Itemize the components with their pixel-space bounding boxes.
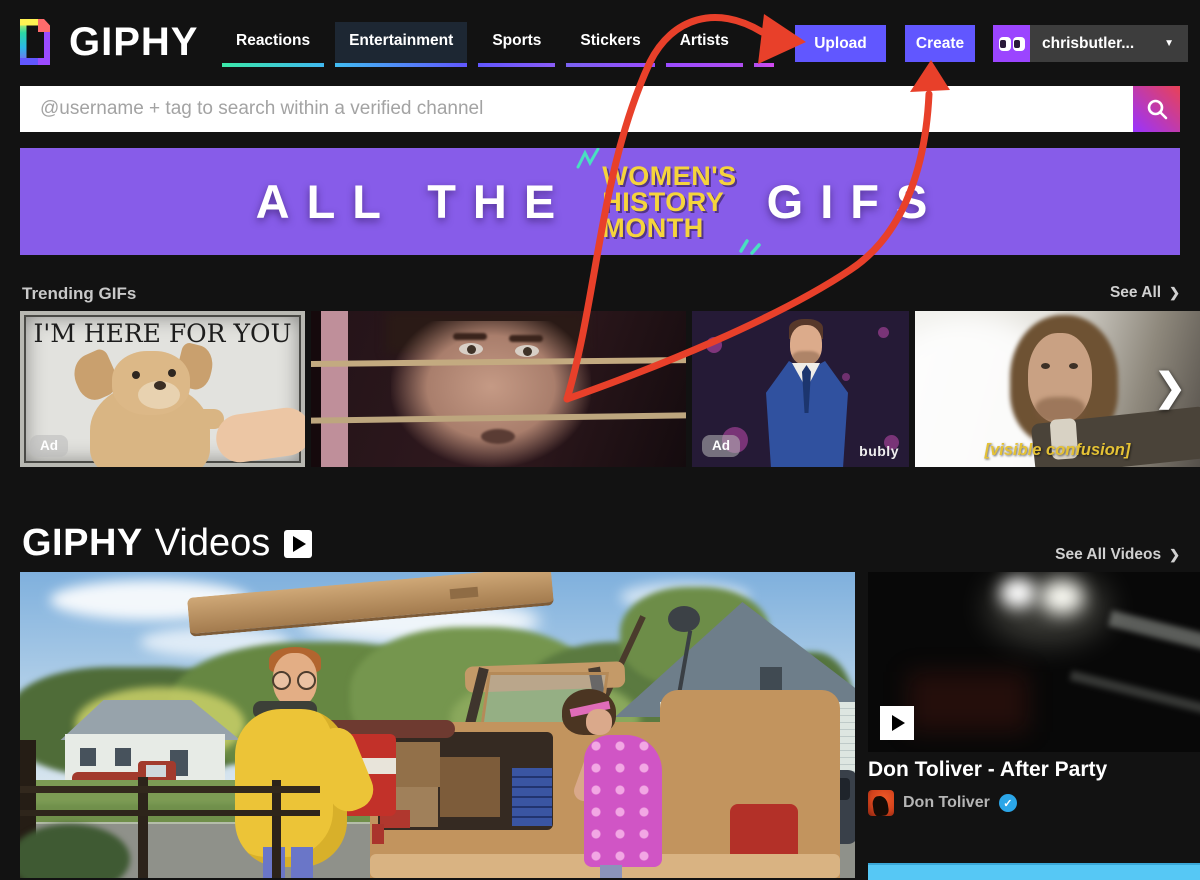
banner-text-right: GIFS bbox=[767, 174, 945, 229]
giphy-logo-icon bbox=[20, 19, 60, 65]
nav-underline bbox=[666, 63, 743, 67]
next-video-thumbnail[interactable] bbox=[868, 863, 1200, 880]
user-menu[interactable]: chrisbutler... ▼ bbox=[993, 25, 1188, 62]
channel-avatar bbox=[868, 790, 894, 816]
play-icon bbox=[284, 530, 312, 558]
nav-item-entertainment[interactable]: Entertainment bbox=[335, 22, 467, 67]
nav-more-menu[interactable] bbox=[754, 22, 774, 67]
squiggle-decoration bbox=[576, 148, 604, 175]
search-icon bbox=[1145, 97, 1169, 121]
featured-video-title[interactable]: Don Toliver - After Party bbox=[868, 758, 1107, 782]
search-bar bbox=[20, 86, 1180, 132]
gif-caption: [visible confusion] bbox=[915, 441, 1200, 460]
ad-badge: Ad bbox=[702, 435, 740, 457]
gif-tile-face-blinds[interactable] bbox=[311, 311, 686, 467]
gif-tile-bubly-ad[interactable]: Ad bubly bbox=[692, 311, 909, 467]
promo-banner[interactable]: ALL THE WOMEN'S HISTORY MONTH GIFS bbox=[20, 148, 1180, 255]
nav-underline bbox=[754, 63, 774, 67]
main-video-thumbnail[interactable] bbox=[20, 572, 855, 878]
gif-caption: I'M HERE FOR YOU bbox=[20, 319, 305, 348]
play-button[interactable] bbox=[880, 706, 914, 740]
channel-link[interactable]: Don Toliver ✓ bbox=[868, 790, 1017, 816]
search-input[interactable] bbox=[20, 86, 1133, 132]
nav-underline bbox=[335, 63, 467, 67]
chevron-right-icon: ❯ bbox=[1169, 547, 1180, 563]
caret-down-icon: ▼ bbox=[1164, 38, 1174, 49]
carousel-next-button[interactable]: ❯ bbox=[1154, 369, 1186, 407]
giphy-logo[interactable]: GIPHY bbox=[20, 19, 198, 65]
nav-underline bbox=[222, 63, 324, 67]
upload-button[interactable]: Upload bbox=[795, 25, 886, 62]
videos-section-title: GIPHY Videos bbox=[22, 522, 312, 565]
videos-see-all-link[interactable]: See All Videos ❯ bbox=[1055, 546, 1180, 564]
avatar-eye-icon bbox=[1013, 37, 1025, 51]
bubly-brand-logo: bubly bbox=[859, 443, 899, 459]
nav-item-artists[interactable]: Artists bbox=[666, 22, 743, 67]
search-button[interactable] bbox=[1133, 86, 1180, 132]
username-label: chrisbutler... bbox=[1042, 35, 1134, 53]
nav-item-sports[interactable]: Sports bbox=[478, 22, 555, 67]
nav-item-stickers[interactable]: Stickers bbox=[566, 22, 654, 67]
channel-name: Don Toliver bbox=[903, 794, 990, 812]
trending-title: Trending GIFs bbox=[22, 284, 136, 304]
create-button[interactable]: Create bbox=[905, 25, 975, 62]
giphy-logo-text: GIPHY bbox=[69, 19, 198, 65]
squiggle-decoration bbox=[737, 231, 763, 256]
vertical-dots-icon bbox=[762, 32, 766, 53]
chevron-right-icon: ❯ bbox=[1169, 285, 1180, 301]
featured-video-thumbnail[interactable] bbox=[868, 572, 1200, 752]
top-nav: Reactions Entertainment Sports Stickers … bbox=[222, 22, 785, 67]
avatar-eye-icon bbox=[999, 37, 1011, 51]
nav-item-reactions[interactable]: Reactions bbox=[222, 22, 324, 67]
trending-gif-row: I'M HERE FOR YOU Ad bbox=[20, 311, 1200, 467]
banner-stacked-text: WOMEN'S HISTORY MONTH bbox=[602, 163, 736, 241]
ad-badge: Ad bbox=[30, 435, 68, 457]
nav-underline bbox=[566, 63, 654, 67]
gif-tile-dog-meme[interactable]: I'M HERE FOR YOU Ad bbox=[20, 311, 305, 467]
banner-text-left: ALL THE bbox=[256, 174, 573, 229]
nav-underline bbox=[478, 63, 555, 67]
user-avatar bbox=[993, 25, 1030, 62]
trending-see-all-link[interactable]: See All ❯ bbox=[1110, 284, 1180, 302]
verified-badge-icon: ✓ bbox=[999, 794, 1017, 812]
